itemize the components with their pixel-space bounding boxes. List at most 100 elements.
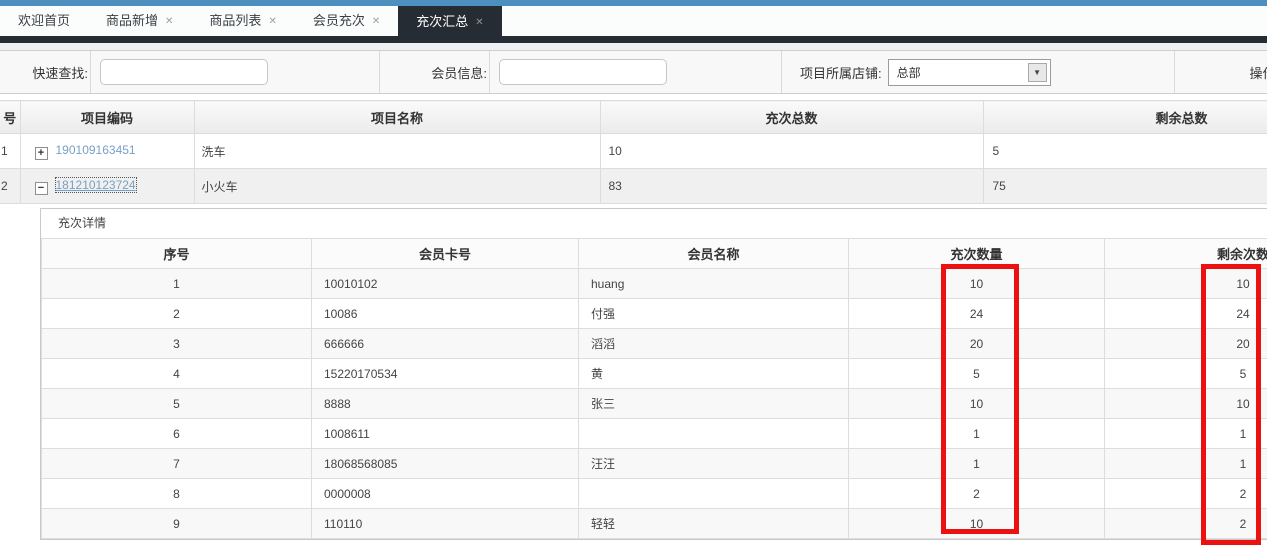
row-seq: 1 xyxy=(0,133,21,169)
row-remaining-count: 5 xyxy=(982,133,1267,169)
member-info-label-cell: 会员信息: xyxy=(380,51,490,93)
detail-cell: 张三 xyxy=(578,388,849,419)
table-row: 9 110110 轻轻 10 2 xyxy=(41,508,1267,539)
header-remaining-count: 剩余总数 xyxy=(982,100,1267,134)
tab-bar: 欢迎首页 商品新增 ✕ 商品列表 ✕ 会员充次 ✕ 充次汇总 ✕ xyxy=(0,6,1267,43)
detail-header-会员名称: 会员名称 xyxy=(578,238,849,269)
quick-search-input[interactable] xyxy=(100,59,268,85)
toolbar-gap-strip xyxy=(0,43,1267,50)
tab-商品新增[interactable]: 商品新增 ✕ xyxy=(88,6,191,36)
filter-bar: 快速查找: 会员信息: 项目所属店铺: 总部 ▼ 操作 xyxy=(0,50,1267,94)
close-icon[interactable]: ✕ xyxy=(165,7,173,37)
table-row: 6 1008611 1 1 xyxy=(41,418,1267,449)
shop-select[interactable]: 总部 ▼ xyxy=(887,58,1051,86)
tab-label: 商品新增 xyxy=(106,13,159,28)
table-row: 2 10086 付强 24 24 xyxy=(41,298,1267,329)
detail-cell: 10010102 xyxy=(311,268,579,299)
row-code-cell: +190109163451 xyxy=(19,133,195,169)
detail-cell: huang xyxy=(578,268,849,299)
detail-table: 序号 会员卡号 会员名称 充次数量 剩余次数 1 10010102 huang 10 10 2 10… xyxy=(41,238,1267,539)
summary-table: 号 项目编码 项目名称 充次总数 剩余总数 1 +190109163451 洗车… xyxy=(0,100,1267,204)
member-info-cell xyxy=(490,51,782,93)
close-icon[interactable]: ✕ xyxy=(268,7,276,37)
row-total-count: 10 xyxy=(599,133,984,169)
row-seq: 2 xyxy=(0,168,21,204)
detail-header-序号: 序号 xyxy=(41,238,312,269)
table-row: 1 10010102 huang 10 10 xyxy=(41,268,1267,299)
table-row: 8 0000008 2 2 xyxy=(41,478,1267,509)
row-remaining-count: 75 xyxy=(982,168,1267,204)
project-code-link[interactable]: 181210123724 xyxy=(54,176,137,193)
member-info-label: 会员信息: xyxy=(431,65,487,81)
detail-cell xyxy=(578,418,849,449)
detail-cell: 8888 xyxy=(311,388,579,419)
expand-icon[interactable]: + xyxy=(34,146,48,160)
collapse-icon[interactable]: − xyxy=(34,181,48,195)
detail-cell: 滔滔 xyxy=(578,328,849,359)
detail-cell: 付强 xyxy=(578,298,849,329)
table-row: 3 666666 滔滔 20 20 xyxy=(41,328,1267,359)
quick-search-label-cell: 快速查找: xyxy=(0,51,91,93)
project-code-link[interactable]: 190109163451 xyxy=(56,143,136,157)
quick-search-cell xyxy=(91,51,380,93)
detail-cell: 汪汪 xyxy=(578,448,849,479)
header-project-code: 项目编码 xyxy=(19,100,195,134)
row-project-name: 小火车 xyxy=(193,168,601,204)
detail-cell: 1 xyxy=(41,268,312,299)
row-code-cell: −181210123724 xyxy=(19,168,195,204)
tab-欢迎首页[interactable]: 欢迎首页 xyxy=(0,6,88,36)
app-window: 欢迎首页 商品新增 ✕ 商品列表 ✕ 会员充次 ✕ 充次汇总 ✕ 快速查找: 会员信息: 项目所… xyxy=(0,0,1267,551)
highlight-box-remaining-count xyxy=(1201,264,1261,545)
tab-label: 商品列表 xyxy=(209,13,262,28)
tab-label: 欢迎首页 xyxy=(18,13,71,28)
detail-header-row: 序号 会员卡号 会员名称 充次数量 剩余次数 xyxy=(41,238,1267,269)
detail-cell: 7 xyxy=(41,448,312,479)
highlight-box-recharge-count xyxy=(941,264,1019,534)
detail-cell: 黄 xyxy=(578,358,849,389)
detail-cell: 0000008 xyxy=(311,478,579,509)
detail-cell: 18068568085 xyxy=(311,448,579,479)
action-label: 操作 xyxy=(1249,65,1267,81)
table-row[interactable]: 2 −181210123724 小火车 83 75 xyxy=(0,168,1267,204)
detail-cell: 5 xyxy=(41,388,312,419)
row-project-name: 洗车 xyxy=(193,133,601,169)
tab-充次汇总[interactable]: 充次汇总 ✕ xyxy=(398,6,502,43)
detail-cell: 15220170534 xyxy=(311,358,579,389)
table-row: 5 8888 张三 10 10 xyxy=(41,388,1267,419)
member-info-input[interactable] xyxy=(499,59,667,85)
table-row: 7 18068568085 汪汪 1 1 xyxy=(41,448,1267,479)
action-column-cell: 操作 xyxy=(1175,51,1267,93)
tab-会员充次[interactable]: 会员充次 ✕ xyxy=(295,6,398,36)
detail-cell: 9 xyxy=(41,508,312,539)
detail-cell: 6 xyxy=(41,418,312,449)
detail-cell: 2 xyxy=(41,298,312,329)
recharge-detail-panel: 充次详情 序号 会员卡号 会员名称 充次数量 剩余次数 1 10010102 huang 10… xyxy=(40,208,1267,540)
header-project-name: 项目名称 xyxy=(193,100,601,134)
tab-label: 会员充次 xyxy=(312,13,365,28)
close-icon[interactable]: ✕ xyxy=(372,7,380,37)
detail-cell: 3 xyxy=(41,328,312,359)
summary-header-row: 号 项目编码 项目名称 充次总数 剩余总数 xyxy=(0,100,1267,134)
detail-cell: 8 xyxy=(41,478,312,509)
detail-cell: 666666 xyxy=(311,328,579,359)
quick-search-label: 快速查找: xyxy=(32,65,88,81)
chevron-down-icon[interactable]: ▼ xyxy=(1027,62,1047,82)
detail-title: 充次详情 xyxy=(58,216,107,230)
header-total-count: 充次总数 xyxy=(599,100,984,134)
header-seq: 号 xyxy=(0,100,21,134)
tab-label: 充次汇总 xyxy=(416,14,469,29)
detail-header-会员卡号: 会员卡号 xyxy=(311,238,579,269)
table-row[interactable]: 1 +190109163451 洗车 10 5 xyxy=(0,133,1267,169)
detail-cell xyxy=(578,478,849,509)
shop-label: 项目所属店铺: xyxy=(800,65,882,81)
shop-select-value: 总部 xyxy=(896,65,921,80)
tab-商品列表[interactable]: 商品列表 ✕ xyxy=(191,6,294,36)
detail-cell: 4 xyxy=(41,358,312,389)
tabs-container: 欢迎首页 商品新增 ✕ 商品列表 ✕ 会员充次 ✕ 充次汇总 ✕ xyxy=(0,6,1267,43)
row-total-count: 83 xyxy=(599,168,984,204)
detail-cell: 110110 xyxy=(311,508,579,539)
detail-cell: 1008611 xyxy=(311,418,579,449)
detail-cell: 10086 xyxy=(311,298,579,329)
close-icon[interactable]: ✕ xyxy=(475,7,483,39)
detail-cell: 轻轻 xyxy=(578,508,849,539)
